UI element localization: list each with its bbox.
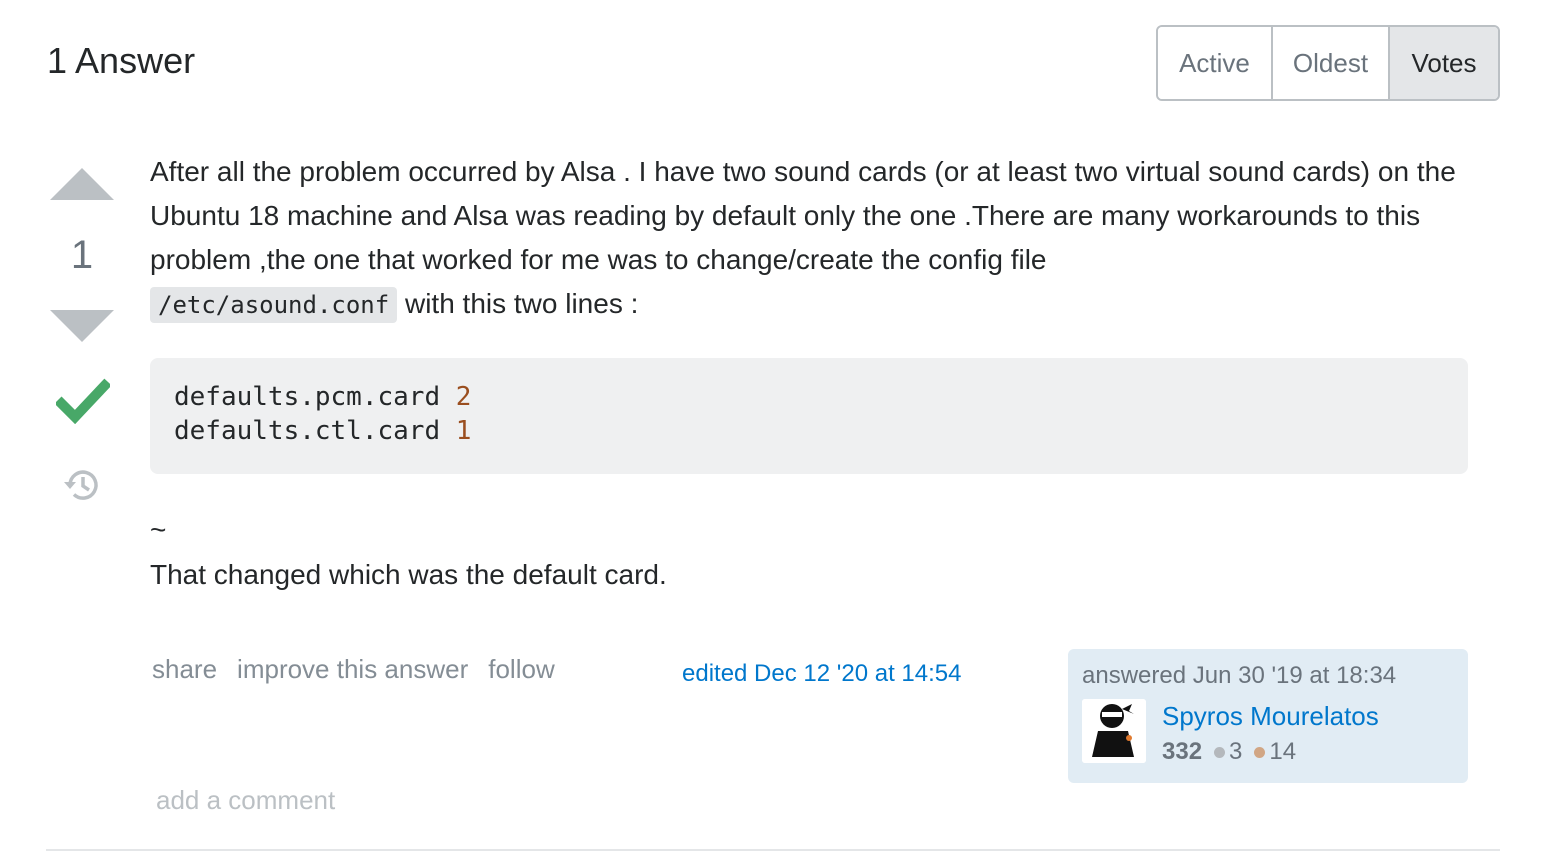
bronze-badge-icon	[1254, 746, 1266, 758]
sort-active-button[interactable]: Active	[1158, 27, 1273, 99]
improve-answer-link[interactable]: improve this answer	[237, 654, 468, 685]
code-key: defaults.ctl.card	[174, 416, 441, 446]
user-card: answered Jun 30 '19 at 18:34 Spyros Mour…	[1068, 649, 1468, 783]
divider	[46, 849, 1500, 851]
upvote-arrow-icon[interactable]	[50, 168, 114, 200]
silver-badge-count: 3	[1229, 738, 1243, 765]
history-icon[interactable]	[62, 465, 102, 505]
silver-badge-icon	[1214, 746, 1226, 758]
bronze-badge-count: 14	[1269, 738, 1297, 765]
accepted-check-icon	[56, 378, 110, 424]
code-number: 2	[455, 382, 472, 412]
sort-oldest-button[interactable]: Oldest	[1273, 27, 1390, 99]
code-number: 1	[455, 416, 472, 446]
answer-body: After all the problem occurred by Alsa .…	[150, 150, 1470, 327]
answered-timestamp: answered Jun 30 '19 at 18:34	[1082, 662, 1397, 689]
answer-paragraph-tail: with this two lines :	[397, 288, 639, 319]
code-line: defaults.pcm.card 2	[174, 380, 1444, 414]
code-line: defaults.ctl.card 1	[174, 414, 1444, 448]
follow-link[interactable]: follow	[488, 654, 554, 685]
reputation-score: 332	[1162, 738, 1203, 765]
sort-votes-button[interactable]: Votes	[1390, 27, 1498, 99]
user-stats: 332 3 14	[1162, 738, 1308, 766]
sort-tabs: Active Oldest Votes	[1156, 25, 1500, 101]
edited-timestamp-link[interactable]: edited Dec 12 '20 at 14:54	[682, 660, 961, 688]
vote-count: 1	[70, 233, 94, 277]
code-block: defaults.pcm.card 2 defaults.ctl.card 1	[150, 358, 1468, 474]
code-key: defaults.pcm.card	[174, 382, 441, 412]
user-name-link[interactable]: Spyros Mourelatos	[1162, 701, 1379, 732]
tilde-text: ~	[150, 514, 167, 545]
post-menu: share improve this answer follow	[152, 654, 555, 685]
share-link[interactable]: share	[152, 654, 217, 685]
downvote-arrow-icon[interactable]	[50, 310, 114, 342]
answer-paragraph-text: After all the problem occurred by Alsa .…	[150, 156, 1456, 275]
answers-count-header: 1 Answer	[47, 40, 196, 81]
inline-code-path: /etc/asound.conf	[150, 287, 398, 323]
closing-paragraph: That changed which was the default card.	[150, 559, 667, 590]
add-comment-link[interactable]: add a comment	[156, 785, 335, 816]
ninja-laptop-avatar-icon[interactable]	[1082, 699, 1146, 763]
